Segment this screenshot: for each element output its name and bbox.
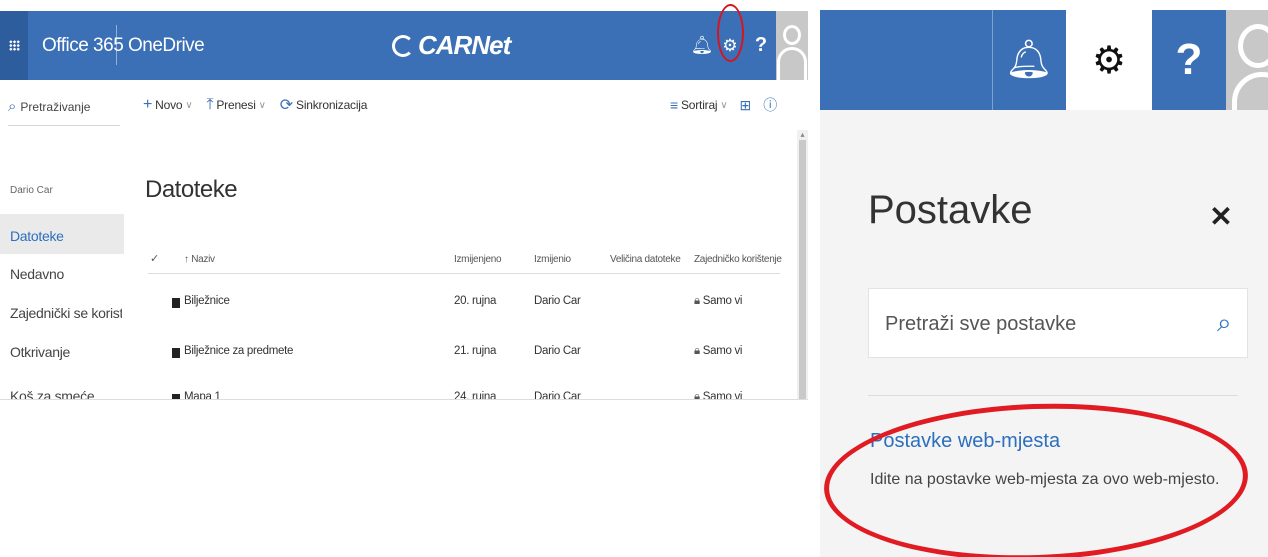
lock-icon: 🔒︎ [694,391,700,400]
column-modified[interactable]: Izmijenjeno [454,254,502,265]
scroll-up-icon[interactable]: ▴ [797,130,808,140]
sync-icon: ⟳ [279,97,294,114]
waffle-icon [8,40,20,51]
search-icon: ⌕ [8,98,17,115]
carnet-logo-icon [392,34,414,57]
row-name[interactable]: Bilježnice za predmete [184,345,293,357]
bell-icon: 🔔︎ [690,35,714,55]
table-row[interactable]: Bilježnice 20. rujna Dario Car 🔒︎ Samo v… [148,295,780,319]
highlight-ring [717,4,744,62]
plus-icon: + [143,96,153,113]
scrollbar[interactable]: ▴ [797,130,808,399]
row-sharing-label: Samo vi [702,295,743,307]
tiles-view-icon[interactable]: ⊞ [740,97,752,114]
search-box[interactable]: ⌕ Pretraživanje [8,88,120,126]
bell-icon: 🔔︎ [1004,39,1054,81]
upload-label: Prenesi [216,98,256,112]
column-name[interactable]: ↑ Naziv [184,254,215,265]
scroll-thumb[interactable] [799,140,806,399]
brand-name: CARNet [418,30,511,60]
sidebar-item-discover[interactable]: Otkrivanje [10,344,122,360]
sidebar-item-recent[interactable]: Nedavno [10,266,122,282]
suite-name[interactable]: Office 365 [42,11,124,80]
app-launcher-button[interactable] [0,11,28,80]
sync-label: Sinkronizacija [296,98,368,112]
table-row[interactable]: Mapa 1 24. rujna Dario Car 🔒︎ Samo vi [148,391,780,400]
table-row[interactable]: Bilježnice za predmete 21. rujna Dario C… [148,345,780,369]
row-name[interactable]: Bilježnice [184,295,230,307]
close-icon[interactable]: ✕ [1204,200,1238,234]
chevron-down-icon: ∨ [720,99,728,111]
avatar-head [1238,24,1268,68]
row-modified: 20. rujna [454,295,497,307]
gear-icon: ⚙ [1091,39,1127,82]
avatar-shoulders [777,47,807,80]
search-icon[interactable]: ⌕ [1217,307,1232,339]
row-sharing: 🔒︎ Samo vi [694,345,742,358]
help-icon: ? [754,34,768,56]
row-sharing-label: Samo vi [702,391,743,400]
row-modified-by: Dario Car [534,391,581,400]
column-sharing[interactable]: Zajedničko korištenje [694,254,782,265]
brand-logo: CARNet [392,11,511,80]
settings-search-input[interactable]: Pretraži sve postavke ⌕ [868,288,1248,358]
notifications-button[interactable]: 🔔︎ [992,10,1066,110]
row-sharing: 🔒︎ Samo vi [694,295,742,308]
column-name-label: Naziv [191,254,215,265]
row-modified-by: Dario Car [534,345,581,357]
table-header: ✓ ↑ Naziv Izmijenjeno Izmijenio Veličina… [148,250,782,274]
search-label: Pretraživanje [20,99,91,114]
new-label: Novo [155,98,183,112]
row-sharing: 🔒︎ Samo vi [694,391,743,400]
app-name[interactable]: OneDrive [128,11,205,80]
panel-title: Postavke [868,188,1033,232]
sort-label: Sortiraj [680,98,718,112]
select-all-check-icon[interactable]: ✓ [150,252,159,265]
sort-button[interactable]: ≡ Sortiraj ∨ [670,97,728,113]
settings-panel-screenshot: 🔔︎ ⚙ ? Postavke ✕ Pretraži sve postavke … [820,10,1268,557]
row-modified-by: Dario Car [534,295,581,307]
sync-button[interactable]: ⟳ Sinkronizacija [279,95,368,115]
upload-icon: ⤒ [206,96,214,113]
notebook-icon [172,298,180,308]
folder-icon [172,394,180,399]
new-button[interactable]: + Novo ∨ [143,96,193,114]
avatar[interactable] [1226,10,1268,110]
column-modified-by[interactable]: Izmijenio [534,254,571,265]
divider [868,395,1238,396]
sort-icon: ≡ [670,97,678,113]
row-modified: 21. rujna [454,345,497,357]
settings-button[interactable]: ⚙ [1066,10,1152,110]
sidebar-item-files[interactable]: Datoteke [10,228,122,244]
avatar-shoulders [1232,72,1268,110]
search-placeholder: Pretraži sve postavke [885,313,1077,335]
page-title: Datoteke [145,176,238,203]
info-icon[interactable]: ⓘ [763,95,777,115]
upload-button[interactable]: ⤒ Prenesi ∨ [206,96,267,114]
help-icon: ? [1175,35,1203,84]
help-button[interactable]: ? [750,11,772,80]
lock-icon: 🔒︎ [694,295,700,307]
row-modified: 24. rujna [454,391,497,400]
avatar[interactable] [776,11,808,80]
suite-bar: Office 365 OneDrive CARNet 🔔︎ ⚙ ? [0,11,808,80]
chevron-down-icon: ∨ [185,99,193,111]
help-button[interactable]: ? [1152,10,1226,110]
suite-bar-zoomed: 🔔︎ ⚙ ? [820,10,1268,110]
row-name[interactable]: Mapa 1 [184,391,221,399]
row-sharing-label: Samo vi [702,345,743,357]
divider [116,25,117,65]
sidebar-item-recycle-bin[interactable]: Koš za smeće [10,388,122,399]
avatar-head [783,25,801,45]
chevron-down-icon: ∨ [258,99,266,111]
lock-icon: 🔒︎ [694,345,700,357]
notebook-icon [172,348,180,358]
notifications-button[interactable]: 🔔︎ [690,11,714,80]
column-size[interactable]: Veličina datoteke [610,254,681,265]
onedrive-screenshot: Office 365 OneDrive CARNet 🔔︎ ⚙ ? ⌕ Pret… [0,0,808,400]
sidebar-item-shared[interactable]: Zajednički se koristi sa mnom [10,305,122,321]
view-controls: ≡ Sortiraj ∨ ⊞ ⓘ [670,88,777,122]
sidebar-user: Dario Car [10,185,53,196]
